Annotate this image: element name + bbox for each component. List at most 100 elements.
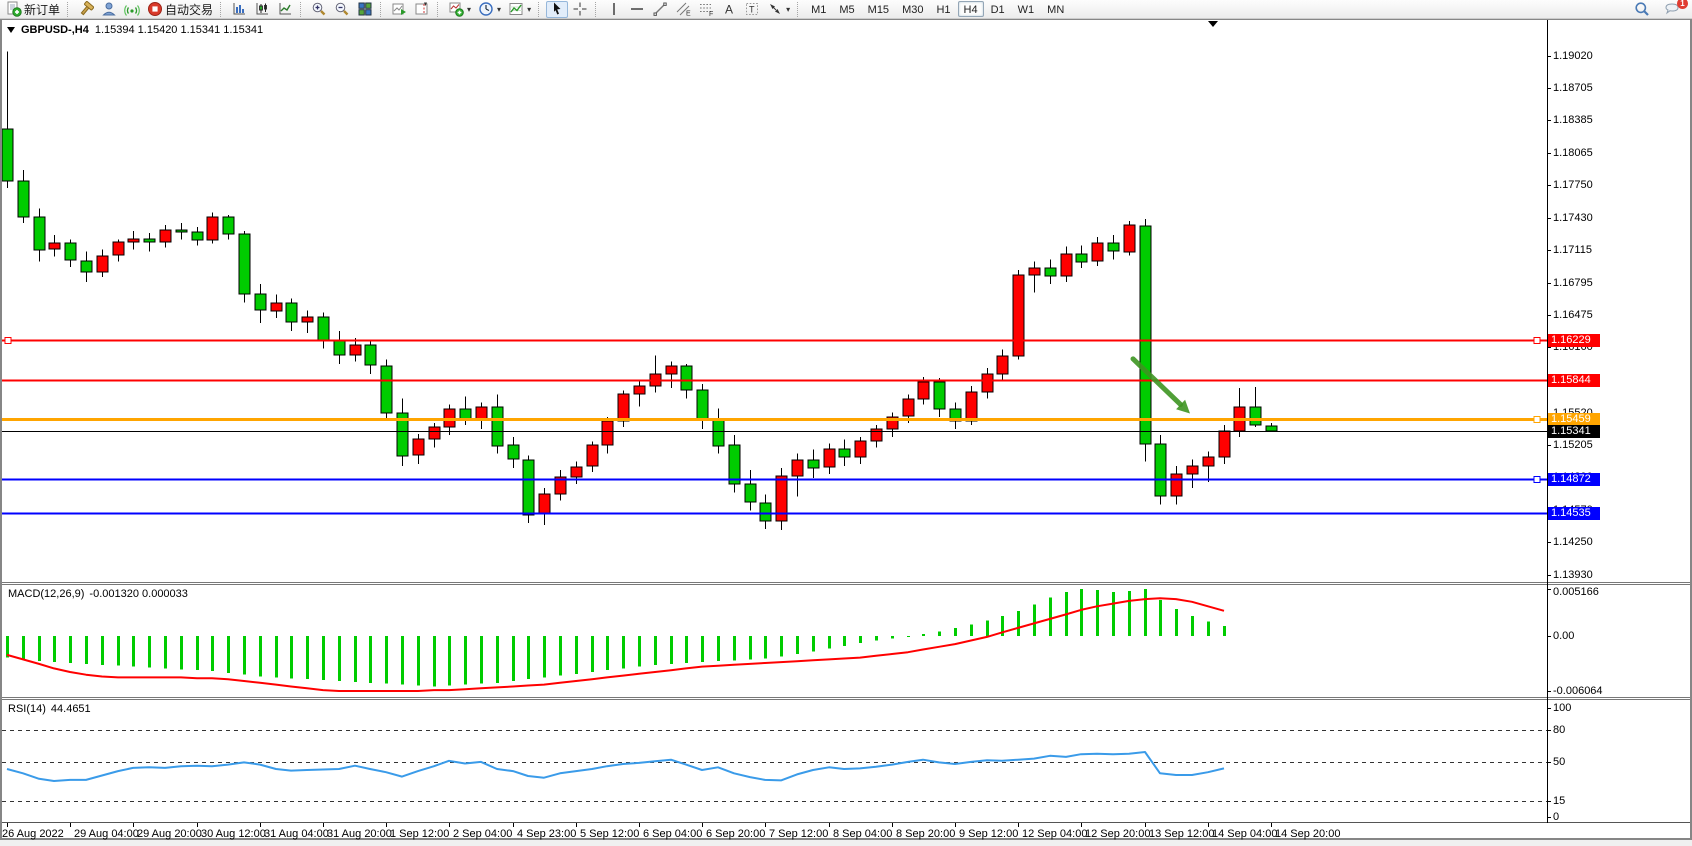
symbol-dropdown-icon[interactable] — [7, 27, 15, 33]
template-button[interactable]: ▾ — [505, 1, 534, 18]
fibonacci-icon: F — [698, 1, 714, 17]
auto-trading-button[interactable]: 自动交易 — [144, 1, 216, 18]
candle-body — [697, 390, 708, 420]
timeframe-button-m5[interactable]: M5 — [833, 1, 860, 17]
hammer-icon — [78, 1, 94, 17]
rsi-pane[interactable] — [2, 700, 1547, 822]
bar-chart-mode-button[interactable] — [228, 1, 250, 18]
timeframe-button-h1[interactable]: H1 — [930, 1, 956, 17]
candle-body — [1061, 254, 1072, 276]
macd-histogram-bar — [164, 636, 167, 668]
macd-histogram-bar — [1033, 605, 1036, 637]
auto-scroll-button[interactable] — [388, 1, 410, 18]
hline-price-label: 1.14535 — [1548, 507, 1600, 520]
macd-pane[interactable] — [2, 585, 1547, 697]
time-tick-label: 29 Aug 20:00 — [137, 828, 202, 840]
cursor-button[interactable] — [546, 1, 568, 18]
zoom-in-button[interactable] — [308, 1, 330, 18]
time-tick-label: 14 Sep 20:00 — [1275, 828, 1340, 840]
rsi-value: 44.4651 — [51, 703, 91, 715]
search-button[interactable] — [1631, 1, 1653, 18]
price-tick-mark — [1547, 315, 1551, 316]
price-tick-label: 1.14250 — [1553, 536, 1593, 548]
crosshair-button[interactable] — [569, 1, 591, 18]
add-indicator-icon — [448, 1, 464, 17]
text-icon: A — [721, 1, 737, 17]
horizontal-line-button[interactable] — [626, 1, 648, 18]
tile-windows-icon — [357, 1, 373, 17]
hline-handle-icon[interactable] — [1534, 338, 1540, 344]
trendline-button[interactable] — [649, 1, 671, 18]
current-price-label: 1.15341 — [1548, 425, 1600, 438]
text-label-button[interactable]: T — [741, 1, 763, 18]
macd-histogram-bar — [22, 636, 25, 659]
candle-body — [539, 494, 550, 514]
price-chart-pane[interactable] — [2, 20, 1547, 582]
candle-body — [1076, 254, 1087, 262]
macd-histogram-bar — [1207, 622, 1210, 636]
timeframe-button-m30[interactable]: M30 — [896, 1, 929, 17]
macd-histogram-bar — [575, 636, 578, 674]
chart-shift-button[interactable] — [411, 1, 433, 18]
equidistant-channel-button[interactable]: E — [672, 1, 694, 18]
chart-title-bar: GBPUSD-,H4 1.15394 1.15420 1.15341 1.153… — [7, 24, 263, 36]
macd-histogram-bar — [322, 636, 325, 680]
zoom-out-button[interactable] — [331, 1, 353, 18]
macd-histogram-bar — [101, 636, 104, 665]
signal-button[interactable] — [121, 1, 143, 18]
chevron-down-icon[interactable]: ▾ — [786, 5, 790, 14]
timeframe-button-d1[interactable]: D1 — [985, 1, 1011, 17]
tile-windows-button[interactable] — [354, 1, 376, 18]
candle-body — [302, 317, 313, 322]
candle-body — [113, 242, 124, 255]
chevron-down-icon[interactable]: ▾ — [497, 5, 501, 14]
hline-handle-icon[interactable] — [1534, 477, 1540, 483]
timeframe-button-w1[interactable]: W1 — [1012, 1, 1041, 17]
candle-body — [192, 232, 203, 240]
macd-histogram-bar — [496, 636, 499, 683]
metatrader-app: 新订单 自动交易 ▾ ▾ ▾ EFAT ▾ M1M5M15M30H1H4D1W1MN 1 GBP… — [0, 0, 1692, 846]
candle-body — [760, 503, 771, 521]
text-button[interactable]: A — [718, 1, 740, 18]
macd-histogram-bar — [448, 636, 451, 686]
periods-button[interactable]: ▾ — [475, 1, 504, 18]
hline-handle-icon[interactable] — [5, 338, 11, 344]
price-tick-label: 1.17430 — [1553, 212, 1593, 224]
new-order-button[interactable]: 新订单 — [3, 1, 63, 18]
candle-body — [65, 243, 76, 260]
fibonacci-button[interactable]: F — [695, 1, 717, 18]
time-tick-label: 4 Sep 23:00 — [517, 828, 576, 840]
vertical-line-button[interactable] — [603, 1, 625, 18]
time-tick-mark — [892, 823, 893, 827]
hammer-button[interactable] — [75, 1, 97, 18]
timeframe-button-mn[interactable]: MN — [1041, 1, 1070, 17]
chevron-down-icon[interactable]: ▾ — [467, 5, 471, 14]
candle-body — [365, 345, 376, 365]
candle-body — [413, 439, 424, 455]
toolbar-separator — [437, 2, 441, 17]
timeframe-button-m15[interactable]: M15 — [862, 1, 895, 17]
chart-shift-marker-icon[interactable] — [1208, 21, 1218, 27]
hline-handle-icon[interactable] — [1534, 417, 1540, 423]
timeframe-button-m1[interactable]: M1 — [805, 1, 832, 17]
notifications-button[interactable]: 1 — [1661, 1, 1683, 18]
auto-scroll-icon — [391, 1, 407, 17]
macd-histogram-bar — [638, 636, 641, 667]
chevron-down-icon[interactable]: ▾ — [527, 5, 531, 14]
timeframe-button-h4[interactable]: H4 — [958, 1, 984, 17]
time-tick-mark — [260, 823, 261, 827]
candle-body — [618, 394, 629, 421]
candle-body — [966, 392, 977, 421]
add-indicator-button[interactable]: ▾ — [445, 1, 474, 18]
arrows-button[interactable]: ▾ — [764, 1, 793, 18]
macd-histogram-bar — [369, 636, 372, 683]
line-chart-mode-button[interactable] — [274, 1, 296, 18]
profile-button[interactable] — [98, 1, 120, 18]
macd-histogram-bar — [733, 636, 736, 660]
macd-histogram-bar — [843, 636, 846, 646]
cursor-icon — [549, 1, 565, 17]
candlestick-mode-button[interactable] — [251, 1, 273, 18]
candle-body — [239, 234, 250, 294]
rsi-tick-label: 50 — [1553, 756, 1565, 768]
time-tick-mark — [765, 823, 766, 827]
